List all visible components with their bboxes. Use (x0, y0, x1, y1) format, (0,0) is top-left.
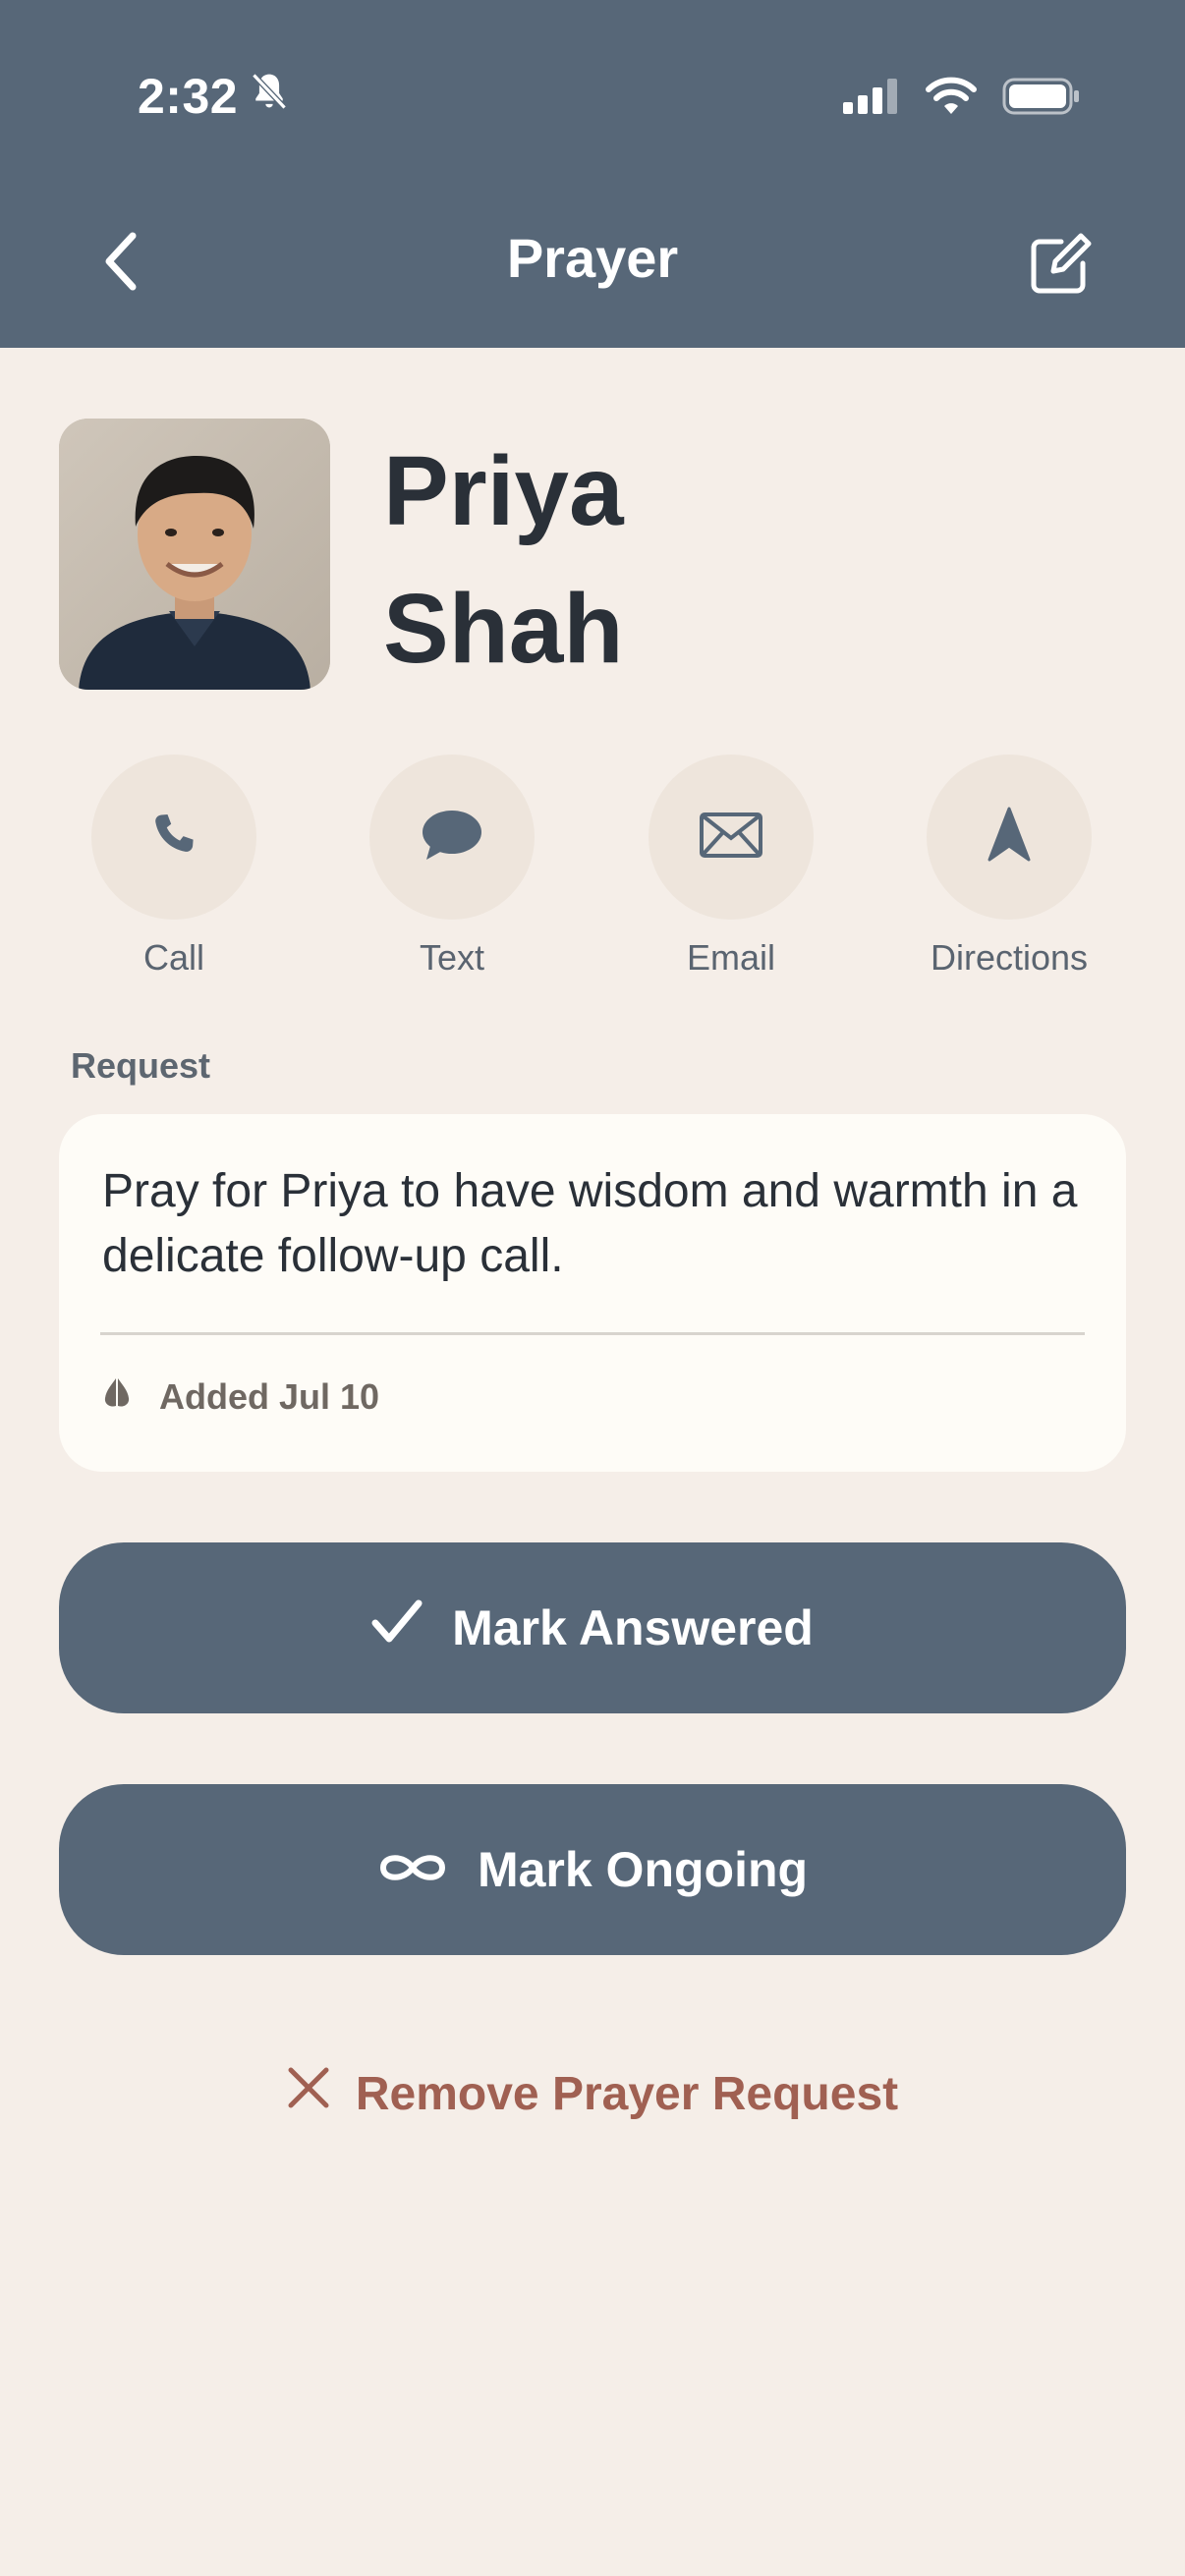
mark-ongoing-button[interactable]: Mark Ongoing (59, 1784, 1126, 1955)
envelope-icon (700, 812, 762, 863)
checkmark-icon (371, 1599, 423, 1656)
edit-button[interactable] (1020, 228, 1099, 307)
remove-label: Remove Prayer Request (355, 2067, 899, 2120)
request-section-label: Request (71, 1045, 211, 1086)
text-action[interactable]: Text (314, 755, 590, 990)
phone-icon (146, 808, 201, 868)
status-icons (843, 71, 1081, 126)
header: 2:32 Prayer (0, 0, 1185, 348)
email-circle (649, 755, 814, 920)
added-date: Added Jul 10 (159, 1376, 380, 1417)
text-label: Text (419, 937, 485, 978)
request-meta: Added Jul 10 (102, 1370, 379, 1425)
wifi-icon (926, 77, 977, 121)
directions-action[interactable]: Directions (872, 755, 1147, 990)
call-circle (91, 755, 256, 920)
edit-square-icon (1026, 232, 1093, 304)
request-text: Pray for Priya to have wisdom and warmth… (102, 1165, 1078, 1282)
first-name: Priya (383, 436, 624, 546)
directions-circle (927, 755, 1092, 920)
request-card: Pray for Priya to have wisdom and warmth… (59, 1114, 1126, 1472)
text-circle (369, 755, 535, 920)
remove-prayer-request-button[interactable]: Remove Prayer Request (0, 2059, 1185, 2128)
prayer-detail-screen: 2:32 Prayer Priya Shah Call Text Email D… (0, 0, 1185, 2576)
page-title: Prayer (506, 227, 679, 289)
navigation-arrow-icon (986, 807, 1033, 868)
mark-ongoing-label: Mark Ongoing (477, 1842, 809, 1897)
bell-slash-icon (248, 68, 291, 125)
praying-hands-icon (102, 1376, 132, 1419)
contact-name: Priya Shah (383, 422, 624, 698)
card-divider (100, 1332, 1085, 1335)
chat-bubble-icon (421, 807, 483, 868)
avatar (59, 419, 330, 690)
directions-label: Directions (930, 937, 1089, 978)
call-action[interactable]: Call (36, 755, 311, 990)
call-label: Call (142, 937, 204, 978)
mark-answered-button[interactable]: Mark Answered (59, 1542, 1126, 1713)
last-name: Shah (383, 574, 624, 684)
email-label: Email (686, 937, 776, 978)
battery-icon (1002, 77, 1081, 121)
close-icon (287, 2066, 330, 2121)
signal-icon (843, 78, 900, 119)
infinity-icon (377, 1841, 448, 1898)
status-time-text: 2:32 (138, 69, 239, 124)
mark-answered-label: Mark Answered (452, 1600, 814, 1655)
email-action[interactable]: Email (593, 755, 869, 990)
status-time: 2:32 (138, 65, 291, 128)
